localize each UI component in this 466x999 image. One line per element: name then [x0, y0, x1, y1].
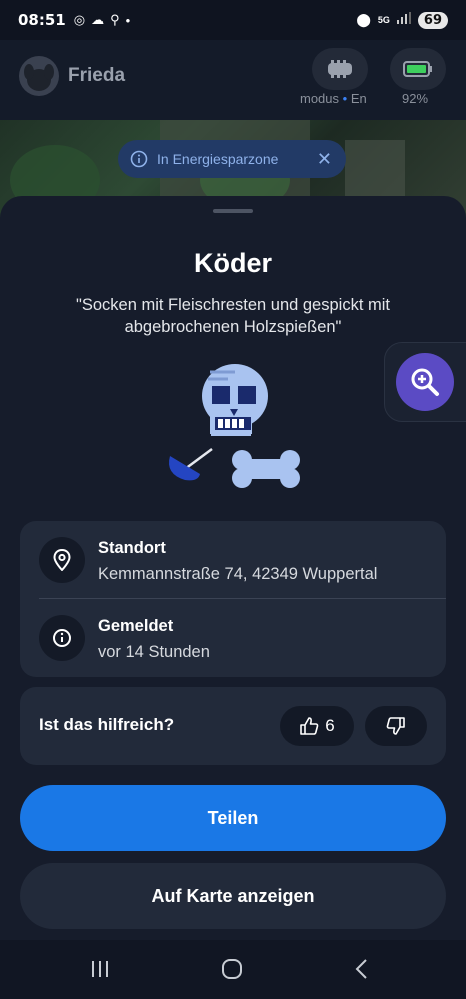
details-card: Standort Kemmannstraße 74, 42349 Wuppert… [20, 521, 446, 677]
sheet-title: Köder [193, 248, 272, 278]
back-icon [355, 959, 367, 979]
detail-label: Standort [98, 539, 166, 557]
close-icon[interactable]: ✕ [317, 149, 332, 170]
notification-icons: ◎ ☁ ⚲ • [74, 12, 130, 28]
home-icon [222, 959, 242, 979]
recents-icon [92, 961, 108, 977]
helpful-card: Ist das hilfreich? 6 [20, 687, 446, 765]
app-header: Frieda modus • En 92% [0, 40, 466, 120]
recents-button[interactable] [80, 954, 120, 984]
location-status-icon: ⬤ [356, 12, 371, 27]
description-line-1: "Socken mit Fleischresten und gespickt m… [76, 296, 390, 314]
app-notification-icon: ◎ [73, 12, 86, 27]
network-type: 5G [377, 15, 390, 25]
battery-button[interactable] [390, 48, 446, 90]
status-bar: 08:51 ◎ ☁ ⚲ • ⬤ 5G 69 [0, 0, 466, 40]
thumbs-up-icon [300, 717, 319, 735]
detail-row-location: Standort Kemmannstraße 74, 42349 Wuppert… [20, 521, 446, 599]
detail-row-reported: Gemeldet vor 14 Stunden [20, 599, 446, 677]
tracker-icon [328, 60, 352, 78]
energy-mode-button[interactable] [312, 48, 368, 90]
mode-label-text: modus [300, 91, 340, 106]
info-icon [130, 150, 148, 168]
helpful-question: Ist das hilfreich? [39, 715, 175, 734]
detail-label: Gemeldet [98, 617, 174, 635]
energy-zone-label: In Energiesparzone [157, 151, 279, 167]
home-button[interactable] [212, 954, 252, 984]
status-time: 08:51 [18, 11, 66, 29]
energy-mode-label: modus • En [300, 91, 380, 106]
signal-icon [396, 11, 411, 29]
cloud-icon: ☁ [91, 12, 105, 27]
info-icon [39, 615, 85, 661]
battery-percentage: 92% [402, 91, 429, 106]
description-line-2: abgebrochenen Holzspießen" [124, 318, 342, 336]
thumbs-down-button[interactable] [365, 706, 427, 746]
thumbs-up-button[interactable]: 6 [280, 706, 354, 746]
zoom-in-button[interactable] [396, 353, 454, 411]
battery-icon [403, 61, 432, 77]
thumbs-down-icon [386, 717, 405, 735]
map-building [345, 140, 405, 200]
zoom-panel [384, 342, 466, 422]
mode-label-suffix: En [350, 91, 367, 106]
location-pin-icon [39, 537, 85, 583]
detail-value: vor 14 Stunden [98, 643, 210, 661]
mode-dot: • [342, 91, 348, 106]
detail-value: Kemmannstraße 74, 42349 Wuppertal [98, 565, 378, 583]
upvote-count: 6 [325, 716, 335, 735]
bait-description: "Socken mit Fleischresten und gespickt m… [40, 294, 426, 338]
poison-bait-illustration-icon [169, 364, 300, 488]
energy-zone-banner[interactable]: In Energiesparzone ✕ [118, 140, 346, 178]
pet-name[interactable]: Frieda [68, 65, 125, 87]
sheet-drag-handle[interactable] [213, 209, 253, 213]
pet-avatar[interactable] [19, 56, 59, 96]
zoom-in-icon [411, 368, 439, 396]
more-dot-icon: • [125, 12, 131, 28]
dog-avatar-icon [24, 64, 54, 91]
share-button[interactable]: Teilen [20, 785, 446, 851]
system-nav-bar [0, 940, 466, 999]
battery-status: 69 [417, 11, 448, 29]
back-button[interactable] [342, 954, 382, 984]
bait-detail-sheet: Köder "Socken mit Fleischresten und gesp… [0, 196, 466, 940]
show-on-map-button[interactable]: Auf Karte anzeigen [20, 863, 446, 929]
wifi-search-icon: ⚲ [110, 12, 120, 27]
